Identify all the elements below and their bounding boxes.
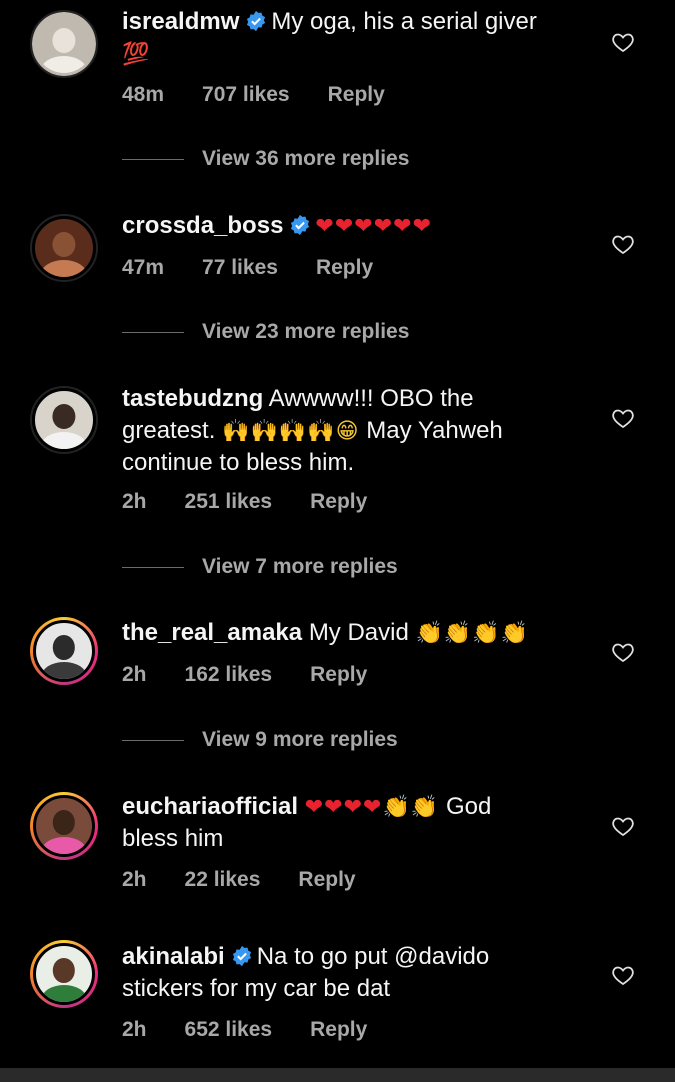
reply-button[interactable]: Reply (298, 868, 355, 892)
comment-meta: 48m 707 likes Reply (122, 83, 423, 107)
likes-count[interactable]: 707 likes (202, 83, 290, 107)
comment-text: euchariaofficial ❤❤❤❤👏👏 God bless him (122, 791, 582, 855)
comment-meta: 47m 77 likes Reply (122, 256, 411, 280)
likes-count[interactable]: 22 likes (185, 868, 261, 892)
username[interactable]: the_real_amaka (122, 619, 302, 646)
heart-icon[interactable] (611, 406, 635, 430)
comment-text: tastebudzng Awwww!!! OBO the greatest. 🙌… (122, 383, 582, 479)
divider (122, 566, 184, 568)
emoji: ❤❤❤❤👏👏 (304, 794, 440, 819)
comment-text: crossda_boss ❤❤❤❤❤❤ (122, 210, 582, 242)
view-replies-button[interactable]: View 23 more replies (122, 320, 409, 344)
emoji: ❤❤❤❤❤❤ (315, 213, 433, 238)
avatar[interactable] (30, 10, 98, 78)
reply-button[interactable]: Reply (328, 83, 385, 107)
view-replies-label: View 9 more replies (202, 728, 398, 751)
comment-body-line-3: May Yahweh (366, 417, 503, 444)
divider (122, 158, 184, 160)
comment-body: My oga, his a serial giver (271, 8, 537, 35)
avatar[interactable] (30, 214, 98, 282)
view-replies-label: View 7 more replies (202, 555, 398, 578)
comment-body-line-2: stickers for my car be dat (122, 975, 391, 1002)
timestamp: 2h (122, 868, 147, 891)
bottom-bar (0, 1068, 675, 1082)
view-replies-button[interactable]: View 9 more replies (122, 728, 398, 752)
likes-count[interactable]: 251 likes (185, 490, 273, 514)
avatar-story-ring[interactable] (30, 792, 98, 860)
likes-count[interactable]: 652 likes (185, 1018, 273, 1042)
reply-button[interactable]: Reply (316, 256, 373, 280)
comment-body-line-1: Awwww!!! OBO the (268, 385, 474, 412)
avatar-story-ring[interactable] (30, 940, 98, 1008)
username[interactable]: crossda_boss (122, 212, 283, 239)
timestamp: 2h (122, 663, 147, 686)
comment-body: My David (308, 619, 409, 646)
heart-icon[interactable] (611, 814, 635, 838)
heart-icon[interactable] (611, 232, 635, 256)
username[interactable]: euchariaofficial (122, 793, 298, 820)
username[interactable]: isrealdmw (122, 8, 239, 35)
view-replies-button[interactable]: View 36 more replies (122, 147, 409, 171)
comment-body-line-1: Na to go put @davido (256, 943, 490, 970)
timestamp: 47m (122, 256, 165, 279)
heart-icon[interactable] (611, 963, 635, 987)
view-replies-button[interactable]: View 7 more replies (122, 555, 398, 579)
divider (122, 331, 184, 333)
comment-body-line-2: bless him (122, 825, 224, 852)
heart-icon[interactable] (611, 640, 635, 664)
comment-text: isrealdmw My oga, his a serial giver 💯 (122, 6, 582, 70)
view-replies-label: View 36 more replies (202, 147, 410, 170)
comment-body-line-1: God (445, 793, 492, 820)
timestamp: 2h (122, 1018, 147, 1041)
comment-meta: 2h 22 likes Reply (122, 868, 394, 892)
comment-body-line-4: continue to bless him. (122, 449, 355, 476)
reply-button[interactable]: Reply (310, 1018, 367, 1042)
verified-badge-icon (247, 10, 266, 32)
heart-icon[interactable] (611, 30, 635, 54)
reply-button[interactable]: Reply (310, 663, 367, 687)
timestamp: 48m (122, 83, 165, 106)
timestamp: 2h (122, 490, 147, 513)
emoji: 🙌🙌🙌🙌😁 (222, 418, 360, 443)
comment-text: the_real_amaka My David 👏👏👏👏 (122, 617, 582, 649)
username[interactable]: akinalabi (122, 943, 225, 970)
reply-button[interactable]: Reply (310, 490, 367, 514)
avatar[interactable] (30, 386, 98, 454)
verified-badge-icon (232, 945, 251, 967)
comment-meta: 2h 162 likes Reply (122, 663, 405, 687)
comment-meta: 2h 652 likes Reply (122, 1018, 405, 1042)
comment-text: akinalabi Na to go put @davido stickers f… (122, 941, 582, 1005)
likes-count[interactable]: 162 likes (185, 663, 273, 687)
comment-body-line-2: greatest. (122, 417, 216, 444)
avatar-story-ring[interactable] (30, 617, 98, 685)
likes-count[interactable]: 77 likes (202, 256, 278, 280)
emoji: 💯 (122, 41, 151, 66)
emoji: 👏👏👏👏 (415, 620, 530, 645)
comment-meta: 2h 251 likes Reply (122, 490, 405, 514)
username[interactable]: tastebudzng (122, 385, 263, 412)
view-replies-label: View 23 more replies (202, 320, 410, 343)
verified-badge-icon (291, 214, 310, 236)
divider (122, 739, 184, 741)
